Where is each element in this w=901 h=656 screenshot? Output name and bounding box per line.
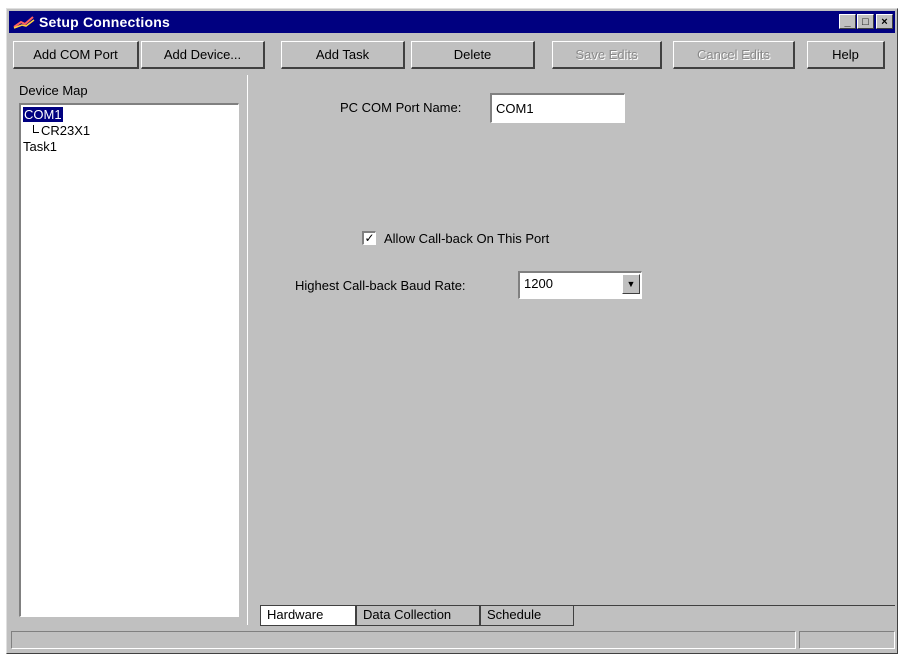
tree-item-label: COM1 <box>23 107 63 122</box>
maximize-button[interactable]: □ <box>857 14 874 29</box>
hardware-settings-panel: PC COM Port Name: ✓ Allow Call-back On T… <box>247 75 895 627</box>
title-bar[interactable]: Setup Connections _ □ × <box>9 11 895 33</box>
status-pane-right <box>799 631 895 649</box>
window-controls: _ □ × <box>838 14 893 29</box>
baud-rate-select[interactable]: 1200 ▼ <box>518 271 642 299</box>
baud-rate-label: Highest Call-back Baud Rate: <box>295 278 466 293</box>
window-title: Setup Connections <box>39 14 170 30</box>
setup-connections-window: Setup Connections _ □ × Add COM Port Add… <box>6 8 898 654</box>
tree-item-label: CR23X1 <box>41 123 91 138</box>
close-button[interactable]: × <box>876 14 893 29</box>
add-com-port-button[interactable]: Add COM Port <box>13 41 139 69</box>
callback-checkbox[interactable]: ✓ <box>362 231 376 245</box>
toolbar: Add COM Port Add Device... Add Task Dele… <box>9 37 895 73</box>
status-bar <box>11 629 895 651</box>
device-map-panel: Device Map COM1 CR23X1 Task1 <box>9 75 244 625</box>
tab-label: Data Collection <box>363 607 452 622</box>
tree-item-com1[interactable]: COM1 <box>23 107 236 123</box>
tree-item-task1[interactable]: Task1 <box>23 139 236 155</box>
tab-data-collection[interactable]: Data Collection <box>356 606 480 626</box>
status-pane-main <box>11 631 796 649</box>
callback-label: Allow Call-back On This Port <box>384 231 550 246</box>
delete-button[interactable]: Delete <box>411 41 535 69</box>
tab-label: Schedule <box>487 607 542 622</box>
minimize-button[interactable]: _ <box>839 14 856 29</box>
help-button[interactable]: Help <box>807 41 885 69</box>
tab-schedule[interactable]: Schedule <box>480 606 574 626</box>
add-task-button[interactable]: Add Task <box>281 41 405 69</box>
port-name-label: PC COM Port Name: <box>340 100 462 115</box>
tab-label: Hardware <box>267 607 324 622</box>
tab-hardware[interactable]: Hardware <box>260 606 356 626</box>
cancel-edits-button[interactable]: Cancel Edits <box>673 41 795 69</box>
save-edits-button[interactable]: Save Edits <box>552 41 662 69</box>
port-name-field[interactable] <box>490 93 625 123</box>
device-map-tree[interactable]: COM1 CR23X1 Task1 <box>19 103 239 617</box>
chevron-down-icon[interactable]: ▼ <box>622 274 640 294</box>
device-map-label: Device Map <box>19 83 88 98</box>
tree-item-label: Task1 <box>23 139 57 154</box>
baud-rate-value: 1200 <box>524 276 553 291</box>
add-device-button[interactable]: Add Device... <box>141 41 265 69</box>
tab-strip: Hardware Data Collection Schedule <box>260 605 895 627</box>
app-icon <box>13 16 35 29</box>
tree-item-cr23x1[interactable]: CR23X1 <box>23 123 236 139</box>
tree-branch-line <box>33 125 39 133</box>
